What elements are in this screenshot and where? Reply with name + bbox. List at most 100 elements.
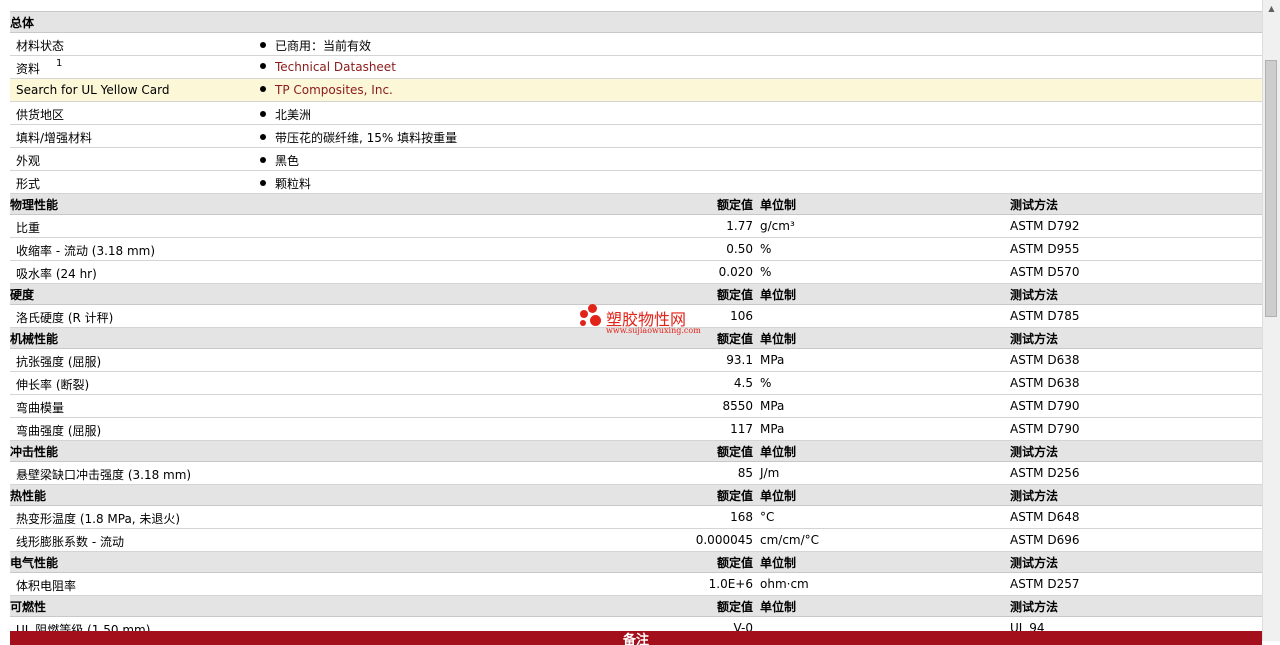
logo-dots-icon	[578, 304, 604, 330]
header-test-method: 测试方法	[1010, 288, 1059, 302]
row-label: 资料	[16, 62, 41, 76]
row-label: 材料状态	[16, 39, 65, 53]
scrollbar-thumb[interactable]	[1265, 60, 1277, 317]
property-value: 1.77	[726, 219, 753, 233]
property-row: 吸水率 (24 hr) 0.020% ASTM D570	[10, 261, 1262, 284]
property-unit: %	[760, 265, 772, 279]
section-title: 硬度	[10, 288, 35, 302]
header-value: 额定值	[716, 489, 753, 503]
property-row: 弯曲强度 (屈服) 117 MPa ASTM D790	[10, 418, 1262, 441]
property-row: 伸长率 (断裂) 4.5% ASTM D638	[10, 372, 1262, 395]
property-label: 收缩率 - 流动 (3.18 mm)	[16, 244, 156, 258]
row-value: 黑色	[260, 152, 299, 169]
property-value: 8550	[722, 399, 753, 413]
property-row: 热变形温度 (1.8 MPa, 未退火) 168 °C ASTM D648	[10, 506, 1262, 529]
property-label: 弯曲模量	[16, 401, 65, 415]
property-value: 106	[730, 309, 753, 323]
header-test-method: 测试方法	[1010, 600, 1059, 614]
property-test-method: ASTM D638	[1010, 376, 1080, 390]
header-test-method: 测试方法	[1010, 556, 1059, 570]
row-value-link[interactable]: TP Composites, Inc.	[275, 83, 393, 97]
section-header-general: 总体	[10, 12, 1262, 33]
property-label: 热变形温度 (1.8 MPa, 未退火)	[16, 512, 181, 526]
row-value: TP Composites, Inc.	[260, 83, 393, 97]
header-unit: 单位制	[760, 600, 797, 614]
property-unit: %	[760, 242, 772, 256]
row-value-text: 带压花的碳纤维, 15% 填料按重量	[275, 131, 458, 145]
general-row: 材料状态 已商用：当前有效	[10, 33, 1262, 56]
property-label: 吸水率 (24 hr)	[16, 267, 97, 281]
property-test-method: ASTM D648	[1010, 510, 1080, 524]
general-row: 填料/增强材料 带压花的碳纤维, 15% 填料按重量	[10, 125, 1262, 148]
property-row: 收缩率 - 流动 (3.18 mm) 0.50% ASTM D955	[10, 238, 1262, 261]
section-header: 物理性能 额定值 单位制 测试方法	[10, 194, 1262, 215]
header-test-method: 测试方法	[1010, 445, 1059, 459]
header-value: 额定值	[716, 600, 753, 614]
property-test-method: ASTM D790	[1010, 422, 1080, 436]
property-label: 伸长率 (断裂)	[16, 378, 90, 392]
section-header: 电气性能 额定值 单位制 测试方法	[10, 552, 1262, 573]
row-value: 颗粒料	[260, 175, 311, 192]
property-unit: cm/cm/°C	[760, 533, 820, 547]
footer-section-header: 备注	[10, 631, 1262, 645]
section-title: 热性能	[10, 489, 47, 503]
general-row: Search for UL Yellow Card TP Composites, …	[10, 79, 1262, 102]
property-value: 168	[730, 510, 753, 524]
header-value: 额定值	[716, 445, 753, 459]
watermark-url: www.sujiaowuxing.com	[606, 326, 701, 335]
header-unit: 单位制	[760, 198, 797, 212]
row-label: 填料/增强材料	[16, 131, 93, 145]
section-header: 可燃性 额定值 单位制 测试方法	[10, 596, 1262, 617]
property-unit: %	[760, 376, 772, 390]
row-value-text: 颗粒料	[275, 177, 312, 191]
property-unit: J/m	[760, 466, 780, 480]
general-rows: 材料状态 已商用：当前有效资料 1 Technical Datasheet Search…	[10, 33, 1262, 194]
property-label: 体积电阻率	[16, 579, 77, 593]
section-header: 硬度 额定值 单位制 测试方法	[10, 284, 1262, 305]
property-sections: 物理性能 额定值 单位制 测试方法 比重 1.77 g/cm³ ASTM D792 收缩率 - …	[10, 194, 1262, 640]
property-test-method: ASTM D256	[1010, 466, 1080, 480]
general-row: 外观 黑色	[10, 148, 1262, 171]
property-test-method: ASTM D955	[1010, 242, 1080, 256]
property-row: 体积电阻率 1.0E+6 ohm·cm ASTM D257	[10, 573, 1262, 596]
general-row: 资料 1 Technical Datasheet	[10, 56, 1262, 79]
header-test-method: 测试方法	[1010, 332, 1059, 346]
header-unit: 单位制	[760, 556, 797, 570]
property-row: 比重 1.77 g/cm³ ASTM D792	[10, 215, 1262, 238]
header-unit: 单位制	[760, 445, 797, 459]
property-label: 洛氏硬度 (R 计秤)	[16, 311, 114, 325]
property-value: 0.020	[718, 265, 753, 279]
property-test-method: ASTM D257	[1010, 577, 1080, 591]
footnote-marker: 1	[56, 58, 63, 69]
vertical-scrollbar[interactable]: ▲	[1262, 0, 1280, 641]
row-label: 供货地区	[16, 108, 65, 122]
property-label: 抗张强度 (屈服)	[16, 355, 102, 369]
row-label[interactable]: Search for UL Yellow Card	[16, 83, 169, 97]
property-unit: MPa	[760, 422, 785, 436]
property-label: 线形膨胀系数 - 流动	[16, 535, 124, 549]
property-row: 线形膨胀系数 - 流动 0.000045 cm/cm/°C ASTM D696	[10, 529, 1262, 552]
property-unit: MPa	[760, 353, 785, 367]
property-test-method: ASTM D696	[1010, 533, 1080, 547]
section-title: 机械性能	[10, 332, 59, 346]
row-label: 外观	[16, 154, 41, 168]
row-value-text: 已商用：当前有效	[275, 39, 372, 53]
section-title: 物理性能	[10, 198, 59, 212]
property-value: 4.5	[733, 376, 753, 390]
property-test-method: ASTM D570	[1010, 265, 1080, 279]
scroll-up-arrow-icon[interactable]: ▲	[1263, 0, 1280, 17]
row-value: 已商用：当前有效	[260, 37, 371, 54]
row-value-link[interactable]: Technical Datasheet	[275, 60, 396, 74]
property-value: 85	[737, 466, 753, 480]
watermark-logo: 塑胶物性网 www.sujiaowuxing.com	[578, 304, 708, 340]
property-row: 弯曲模量 8550 MPa ASTM D790	[10, 395, 1262, 418]
header-unit: 单位制	[760, 332, 797, 346]
general-row: 形式 颗粒料	[10, 171, 1262, 194]
section-title: 电气性能	[10, 556, 59, 570]
header-unit: 单位制	[760, 288, 797, 302]
property-value: 0.000045	[695, 533, 753, 547]
footer-title: 备注	[622, 633, 649, 645]
property-label: 比重	[16, 221, 41, 235]
row-value: 带压花的碳纤维, 15% 填料按重量	[260, 129, 457, 146]
property-value: 93.1	[726, 353, 753, 367]
